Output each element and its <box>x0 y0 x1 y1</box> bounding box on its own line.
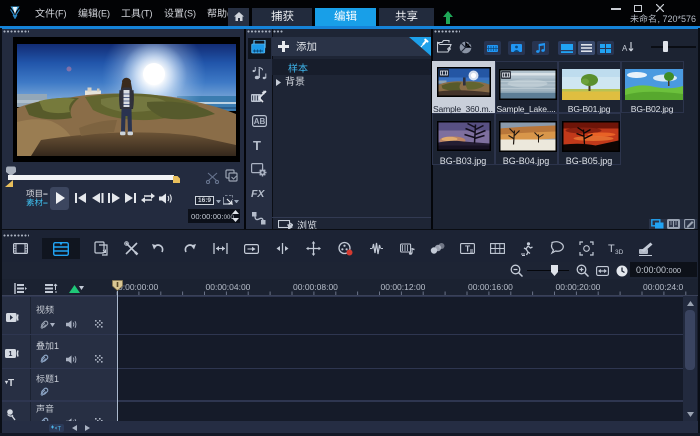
svg-text:3D: 3D <box>615 249 623 256</box>
svg-text:T: T <box>608 243 615 255</box>
svg-text:1: 1 <box>9 351 13 358</box>
svg-text:T: T <box>58 427 62 432</box>
svg-text:AB: AB <box>254 117 266 126</box>
svg-text:A: A <box>622 44 628 53</box>
